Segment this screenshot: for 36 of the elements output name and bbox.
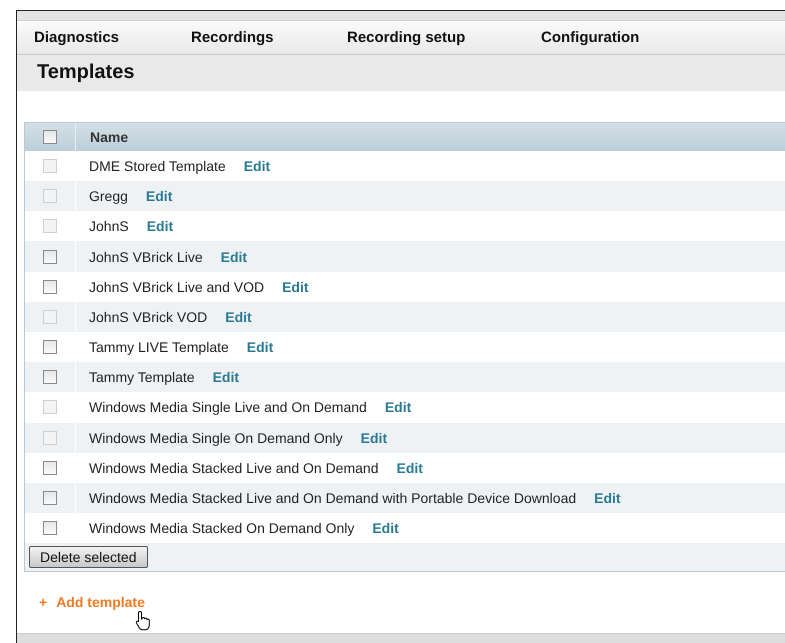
hand-cursor-icon <box>135 610 151 632</box>
edit-link[interactable]: Edit <box>282 278 309 295</box>
row-checkbox[interactable] <box>43 491 57 506</box>
template-name: Tammy LIVE Template <box>89 339 229 356</box>
edit-link[interactable]: Edit <box>220 248 248 265</box>
select-all-checkbox[interactable] <box>43 130 57 144</box>
edit-link[interactable]: Edit <box>212 369 240 386</box>
edit-link[interactable]: Edit <box>372 520 399 536</box>
template-name: JohnS VBrick VOD <box>89 308 208 325</box>
add-template-link[interactable]: + Add template <box>39 594 145 610</box>
row-checkbox[interactable] <box>43 340 57 354</box>
row-checkbox[interactable] <box>43 521 57 536</box>
row-checkbox[interactable] <box>43 370 57 384</box>
template-name: Windows Media Stacked Live and On Demand with Portable Device Download <box>89 490 576 506</box>
edit-link[interactable]: Edit <box>396 460 423 476</box>
template-name: Windows Media Stacked On Demand Only <box>89 520 354 536</box>
template-name: Gregg <box>89 188 128 204</box>
template-name: JohnS VBrick Live <box>89 248 203 265</box>
edit-link[interactable]: Edit <box>594 490 621 506</box>
delete-selected-button[interactable]: Delete selected <box>29 546 148 568</box>
template-name: Windows Media Single On Demand Only <box>89 430 343 446</box>
template-name: DME Stored Template <box>89 158 226 174</box>
nav-tab[interactable]: Diagnostics <box>34 28 191 46</box>
row-checkbox[interactable] <box>43 460 57 475</box>
template-name: Windows Media Stacked Live and On Demand <box>89 460 378 476</box>
row-checkbox[interactable] <box>43 280 57 294</box>
template-name: JohnS <box>89 218 129 234</box>
template-name: JohnS VBrick Live and VOD <box>89 278 264 295</box>
nav-tab[interactable]: Recordings <box>191 28 347 46</box>
nav-tab[interactable]: Configuration <box>541 28 640 46</box>
row-checkbox[interactable] <box>43 250 57 264</box>
edit-link[interactable]: Edit <box>246 339 274 356</box>
nav-tab[interactable]: Recording setup <box>347 28 541 46</box>
template-name: Windows Media Single Live and On Demand <box>89 399 367 416</box>
page-title: Templates <box>37 61 134 84</box>
template-name: Tammy Template <box>89 369 195 386</box>
